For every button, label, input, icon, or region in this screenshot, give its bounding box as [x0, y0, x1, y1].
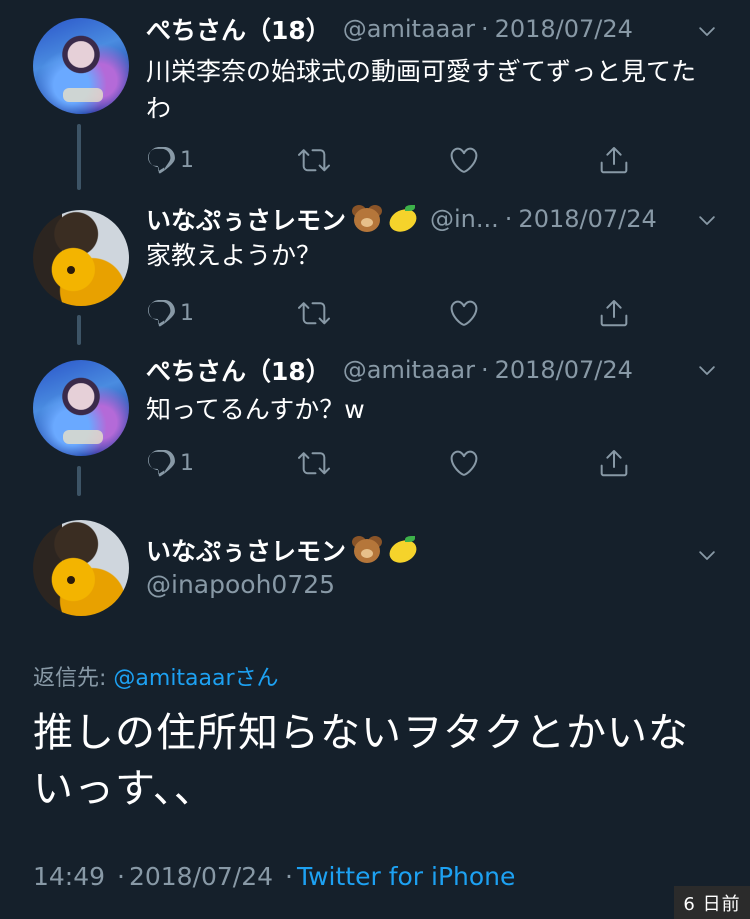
share-button[interactable]: [598, 140, 630, 180]
reply-to-line: 返信先: @amitaaarさん: [33, 660, 279, 692]
tweet-date[interactable]: 2018/07/24: [495, 15, 633, 43]
heart-icon: [448, 447, 480, 479]
chevron-down-icon[interactable]: [696, 20, 718, 42]
days-ago-badge: 6 日前: [674, 886, 750, 919]
tweet-text: 知ってるんすか？w: [146, 395, 365, 424]
user-handle[interactable]: @in...: [430, 205, 499, 233]
share-icon: [598, 447, 630, 479]
chevron-down-icon[interactable]: [696, 544, 718, 566]
tweet-header: いなぷぅさレモン @in... · 2018/07/24: [146, 202, 680, 236]
like-button[interactable]: [448, 293, 480, 333]
reply-icon: [146, 447, 178, 479]
display-name[interactable]: ぺちさん（18）: [146, 353, 331, 387]
user-handle[interactable]: @amitaaar: [343, 15, 475, 43]
avatar[interactable]: [33, 18, 129, 114]
avatar[interactable]: [33, 520, 129, 616]
share-icon: [598, 144, 630, 176]
bear-emoji: [352, 205, 382, 233]
retweet-icon: [298, 447, 330, 479]
reply-count: 1: [180, 300, 194, 326]
reply-to-label: 返信先:: [33, 666, 114, 691]
tweet-date: 2018/07/24: [128, 862, 274, 891]
tweet-actions: 1: [146, 140, 646, 180]
tweet-time: 14:49: [33, 862, 106, 891]
display-name[interactable]: いなぷぅさレモン: [146, 202, 346, 236]
reply-icon: [146, 297, 178, 329]
tweet-date[interactable]: 2018/07/24: [518, 205, 656, 233]
separator: ·: [117, 862, 125, 891]
main-tweet-text: 推しの住所知らないヲタクとかいないっす、、: [33, 710, 689, 812]
reply-tweet-3[interactable]: ぺちさん（18） @amitaaar · 2018/07/24 知ってるんすか？…: [0, 345, 750, 495]
tweet-date[interactable]: 2018/07/24: [495, 356, 633, 384]
user-handle[interactable]: @inapooh0725: [146, 570, 335, 599]
user-handle[interactable]: @amitaaar: [343, 356, 475, 384]
tweet-text: 家教えようか？: [146, 241, 322, 270]
reply-tweet-2[interactable]: いなぷぅさレモン @in... · 2018/07/24 家教えようか？ 1: [0, 195, 750, 345]
chevron-down-icon[interactable]: [696, 209, 718, 231]
retweet-button[interactable]: [298, 140, 330, 180]
avatar[interactable]: [33, 210, 129, 306]
tweet-header: ぺちさん（18） @amitaaar · 2018/07/24: [146, 12, 680, 46]
share-button[interactable]: [598, 443, 630, 483]
separator: ·: [285, 862, 293, 891]
retweet-button[interactable]: [298, 293, 330, 333]
reply-button[interactable]: 1: [146, 140, 194, 180]
reply-icon: [146, 144, 178, 176]
separator: ·: [504, 205, 513, 233]
lemon-emoji: [388, 536, 418, 564]
like-button[interactable]: [448, 443, 480, 483]
reply-count: 1: [180, 147, 194, 173]
avatar[interactable]: [33, 360, 129, 456]
share-icon: [598, 297, 630, 329]
tweet-actions: 1: [146, 293, 646, 333]
display-name[interactable]: いなぷぅさレモン: [146, 533, 346, 567]
reply-to-mention[interactable]: @amitaaar: [113, 666, 234, 691]
heart-icon: [448, 297, 480, 329]
bear-emoji: [352, 536, 382, 564]
retweet-button[interactable]: [298, 443, 330, 483]
tweet-text: 川栄李奈の始球式の動画可愛すぎてずっと見てたわ: [146, 57, 697, 123]
chevron-down-icon[interactable]: [696, 359, 718, 381]
share-button[interactable]: [598, 293, 630, 333]
like-button[interactable]: [448, 140, 480, 180]
tweet-source-link[interactable]: Twitter for iPhone: [297, 862, 515, 891]
retweet-icon: [298, 297, 330, 329]
tweet-meta: 14:49 · 2018/07/24 · Twitter for iPhone: [33, 862, 515, 891]
tweet-header: ぺちさん（18） @amitaaar · 2018/07/24: [146, 353, 680, 387]
reply-button[interactable]: 1: [146, 293, 194, 333]
heart-icon: [448, 144, 480, 176]
reply-to-suffix: さん: [234, 666, 279, 691]
reply-tweet-1[interactable]: ぺちさん（18） @amitaaar · 2018/07/24 川栄李奈の始球式…: [0, 0, 750, 190]
lemon-emoji: [388, 205, 418, 233]
display-name[interactable]: ぺちさん（18）: [146, 12, 331, 46]
reply-button[interactable]: 1: [146, 443, 194, 483]
tweet-actions: 1: [146, 443, 646, 483]
separator: ·: [480, 15, 489, 43]
separator: ·: [480, 356, 489, 384]
tweet-header: いなぷぅさレモン: [146, 533, 680, 567]
retweet-icon: [298, 144, 330, 176]
reply-count: 1: [180, 450, 194, 476]
